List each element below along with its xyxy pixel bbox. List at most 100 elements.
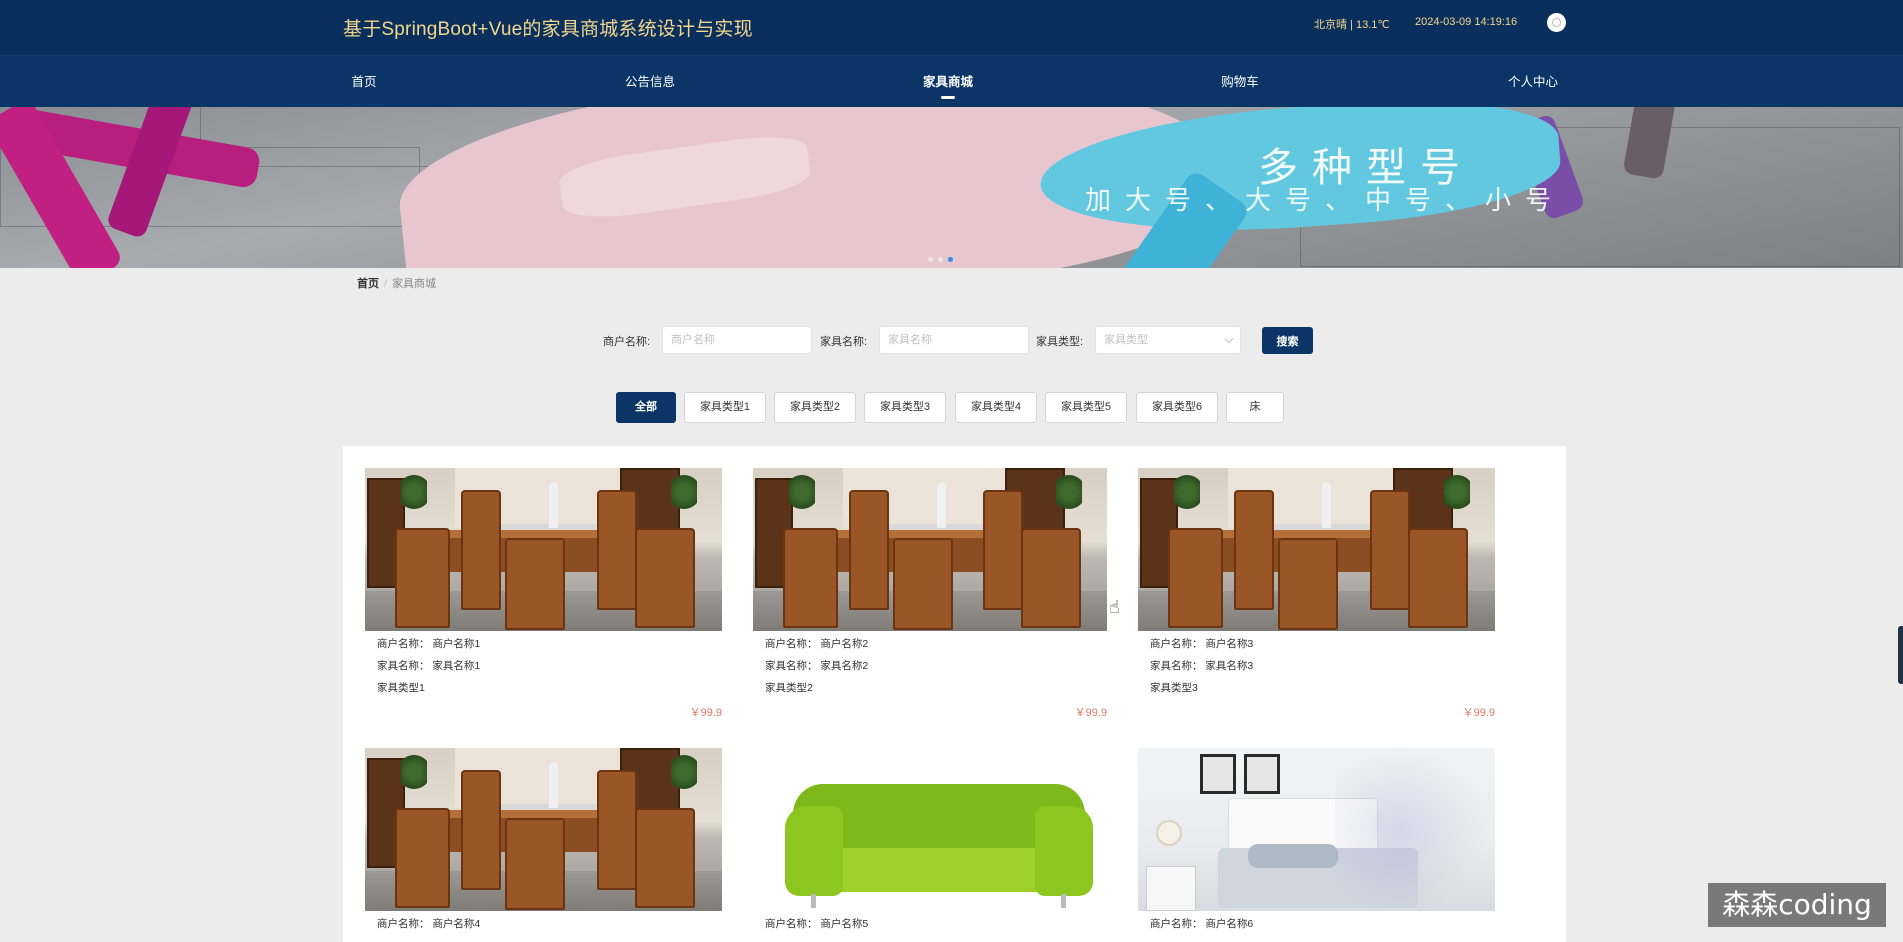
product-card[interactable]: 商户名称： 商户名称2 家具名称： 家具名称2 家具类型2 ￥99.9	[753, 468, 1107, 719]
breadcrumb-home[interactable]: 首页	[357, 278, 379, 290]
nav-personal-center[interactable]: 个人中心	[1508, 56, 1558, 108]
nav-notices[interactable]: 公告信息	[625, 56, 675, 108]
nav-cart[interactable]: 购物车	[1221, 56, 1259, 108]
chair	[1168, 528, 1223, 628]
wall-frame	[1200, 754, 1236, 794]
site-title: 基于SpringBoot+Vue的家具商城系统设计与实现	[343, 19, 753, 40]
chair	[893, 538, 953, 630]
vase	[937, 482, 946, 528]
product-card[interactable]: 商户名称： 商户名称3 家具名称： 家具名称3 家具类型3 ￥99.9	[1138, 468, 1495, 719]
product-type: 家具类型1	[377, 682, 425, 694]
chair	[597, 490, 637, 610]
product-merchant: 商户名称： 商户名称2	[765, 638, 869, 650]
product-card[interactable]: 商户名称： 商户名称5	[753, 748, 1107, 935]
breadcrumb: 首页 / 家具商城	[357, 275, 436, 291]
furniture-name-label: 家具名称:	[820, 336, 868, 348]
sofa-arm	[785, 806, 843, 896]
vase	[1322, 482, 1331, 528]
furniture-name-input[interactable]	[879, 326, 1029, 354]
chair	[983, 490, 1023, 610]
category-type-3[interactable]: 家具类型3	[864, 392, 946, 423]
carousel-dot-active[interactable]	[948, 257, 953, 262]
category-bed[interactable]: 床	[1226, 392, 1284, 423]
datetime-display: 2024-03-09 14:19:16	[1415, 16, 1518, 28]
chair	[1234, 490, 1274, 610]
product-card[interactable]: 商户名称： 商户名称4	[365, 748, 722, 935]
sofa-leg	[1061, 894, 1066, 908]
main-nav: 首页 公告信息 家具商城 购物车 个人中心	[0, 55, 1903, 107]
user-avatar[interactable]	[1547, 13, 1566, 32]
chair	[505, 818, 565, 910]
chair	[461, 770, 501, 890]
banner-subtitle: 加大号、大号、中号、小号	[1085, 185, 1566, 215]
category-type-4[interactable]: 家具类型4	[955, 392, 1037, 423]
category-type-2[interactable]: 家具类型2	[774, 392, 856, 423]
chair	[395, 528, 450, 628]
carousel-dot[interactable]	[938, 257, 943, 262]
product-price: ￥99.9	[1462, 707, 1495, 719]
avatar-icon	[1552, 18, 1561, 27]
wall-frame	[1244, 754, 1280, 794]
chair	[849, 490, 889, 610]
lamp	[1156, 820, 1182, 846]
category-type-1[interactable]: 家具类型1	[684, 392, 766, 423]
merchant-input[interactable]	[662, 326, 812, 354]
pointer-cursor-icon: ☝	[1109, 597, 1120, 617]
vase	[549, 762, 558, 808]
nav-home[interactable]: 首页	[351, 56, 376, 108]
select-placeholder: 家具类型	[1104, 334, 1148, 346]
plant	[671, 472, 697, 512]
product-image-dining-set[interactable]	[1138, 468, 1495, 631]
chair	[635, 808, 695, 908]
banner-carousel[interactable]: 多种型号 加大号、大号、中号、小号	[0, 107, 1903, 268]
chair	[395, 808, 450, 908]
product-price: ￥99.9	[689, 707, 722, 719]
merchant-label: 商户名称:	[603, 336, 651, 348]
plant	[401, 472, 427, 512]
side-scroll-tab[interactable]	[1898, 626, 1903, 684]
plant	[1056, 472, 1082, 512]
chair	[597, 770, 637, 890]
pillow	[1248, 844, 1338, 868]
category-type-6[interactable]: 家具类型6	[1136, 392, 1218, 423]
top-header: 基于SpringBoot+Vue的家具商城系统设计与实现 北京晴 | 13.1℃…	[0, 0, 1903, 55]
search-button[interactable]: 搜索	[1262, 327, 1313, 354]
sofa-leg	[811, 894, 816, 908]
category-all[interactable]: 全部	[616, 392, 676, 423]
product-name: 家具名称： 家具名称1	[377, 660, 481, 672]
weather-info: 北京晴 | 13.1℃	[1314, 19, 1390, 31]
chair	[635, 528, 695, 628]
furniture-type-select[interactable]: 家具类型	[1095, 326, 1241, 354]
product-image-dining-set[interactable]	[365, 468, 722, 631]
product-image-dining-set[interactable]	[753, 468, 1107, 631]
blurred-overlay	[1335, 748, 1495, 908]
product-image-green-sofa[interactable]	[753, 748, 1107, 911]
watermark: 森森coding	[1708, 883, 1886, 927]
category-type-5[interactable]: 家具类型5	[1045, 392, 1127, 423]
product-image-dining-set[interactable]	[365, 748, 722, 911]
product-type: 家具类型3	[1150, 682, 1198, 694]
product-type: 家具类型2	[765, 682, 813, 694]
nightstand	[1146, 866, 1196, 911]
product-merchant: 商户名称： 商户名称5	[765, 918, 869, 930]
carousel-dot[interactable]	[928, 257, 933, 262]
chair	[505, 538, 565, 630]
plant	[1174, 472, 1200, 512]
carousel-indicators	[928, 257, 953, 262]
product-price: ￥99.9	[1074, 707, 1107, 719]
product-merchant: 商户名称： 商户名称3	[1150, 638, 1254, 650]
breadcrumb-current: 家具商城	[392, 278, 437, 290]
nav-furniture-mall[interactable]: 家具商城	[923, 56, 973, 108]
plant	[789, 472, 815, 512]
chair	[1408, 528, 1468, 628]
furniture-type-label: 家具类型:	[1036, 336, 1084, 348]
sofa-seat	[825, 848, 1053, 892]
product-merchant: 商户名称： 商户名称6	[1150, 918, 1254, 930]
plant	[401, 752, 427, 792]
chevron-down-icon	[1224, 334, 1234, 344]
product-card[interactable]: 商户名称： 商户名称1 家具名称： 家具名称1 家具类型1 ￥99.9	[365, 468, 722, 719]
chair	[1370, 490, 1410, 610]
product-name: 家具名称： 家具名称3	[1150, 660, 1254, 672]
sofa-arm	[1035, 806, 1093, 896]
chair	[783, 528, 838, 628]
